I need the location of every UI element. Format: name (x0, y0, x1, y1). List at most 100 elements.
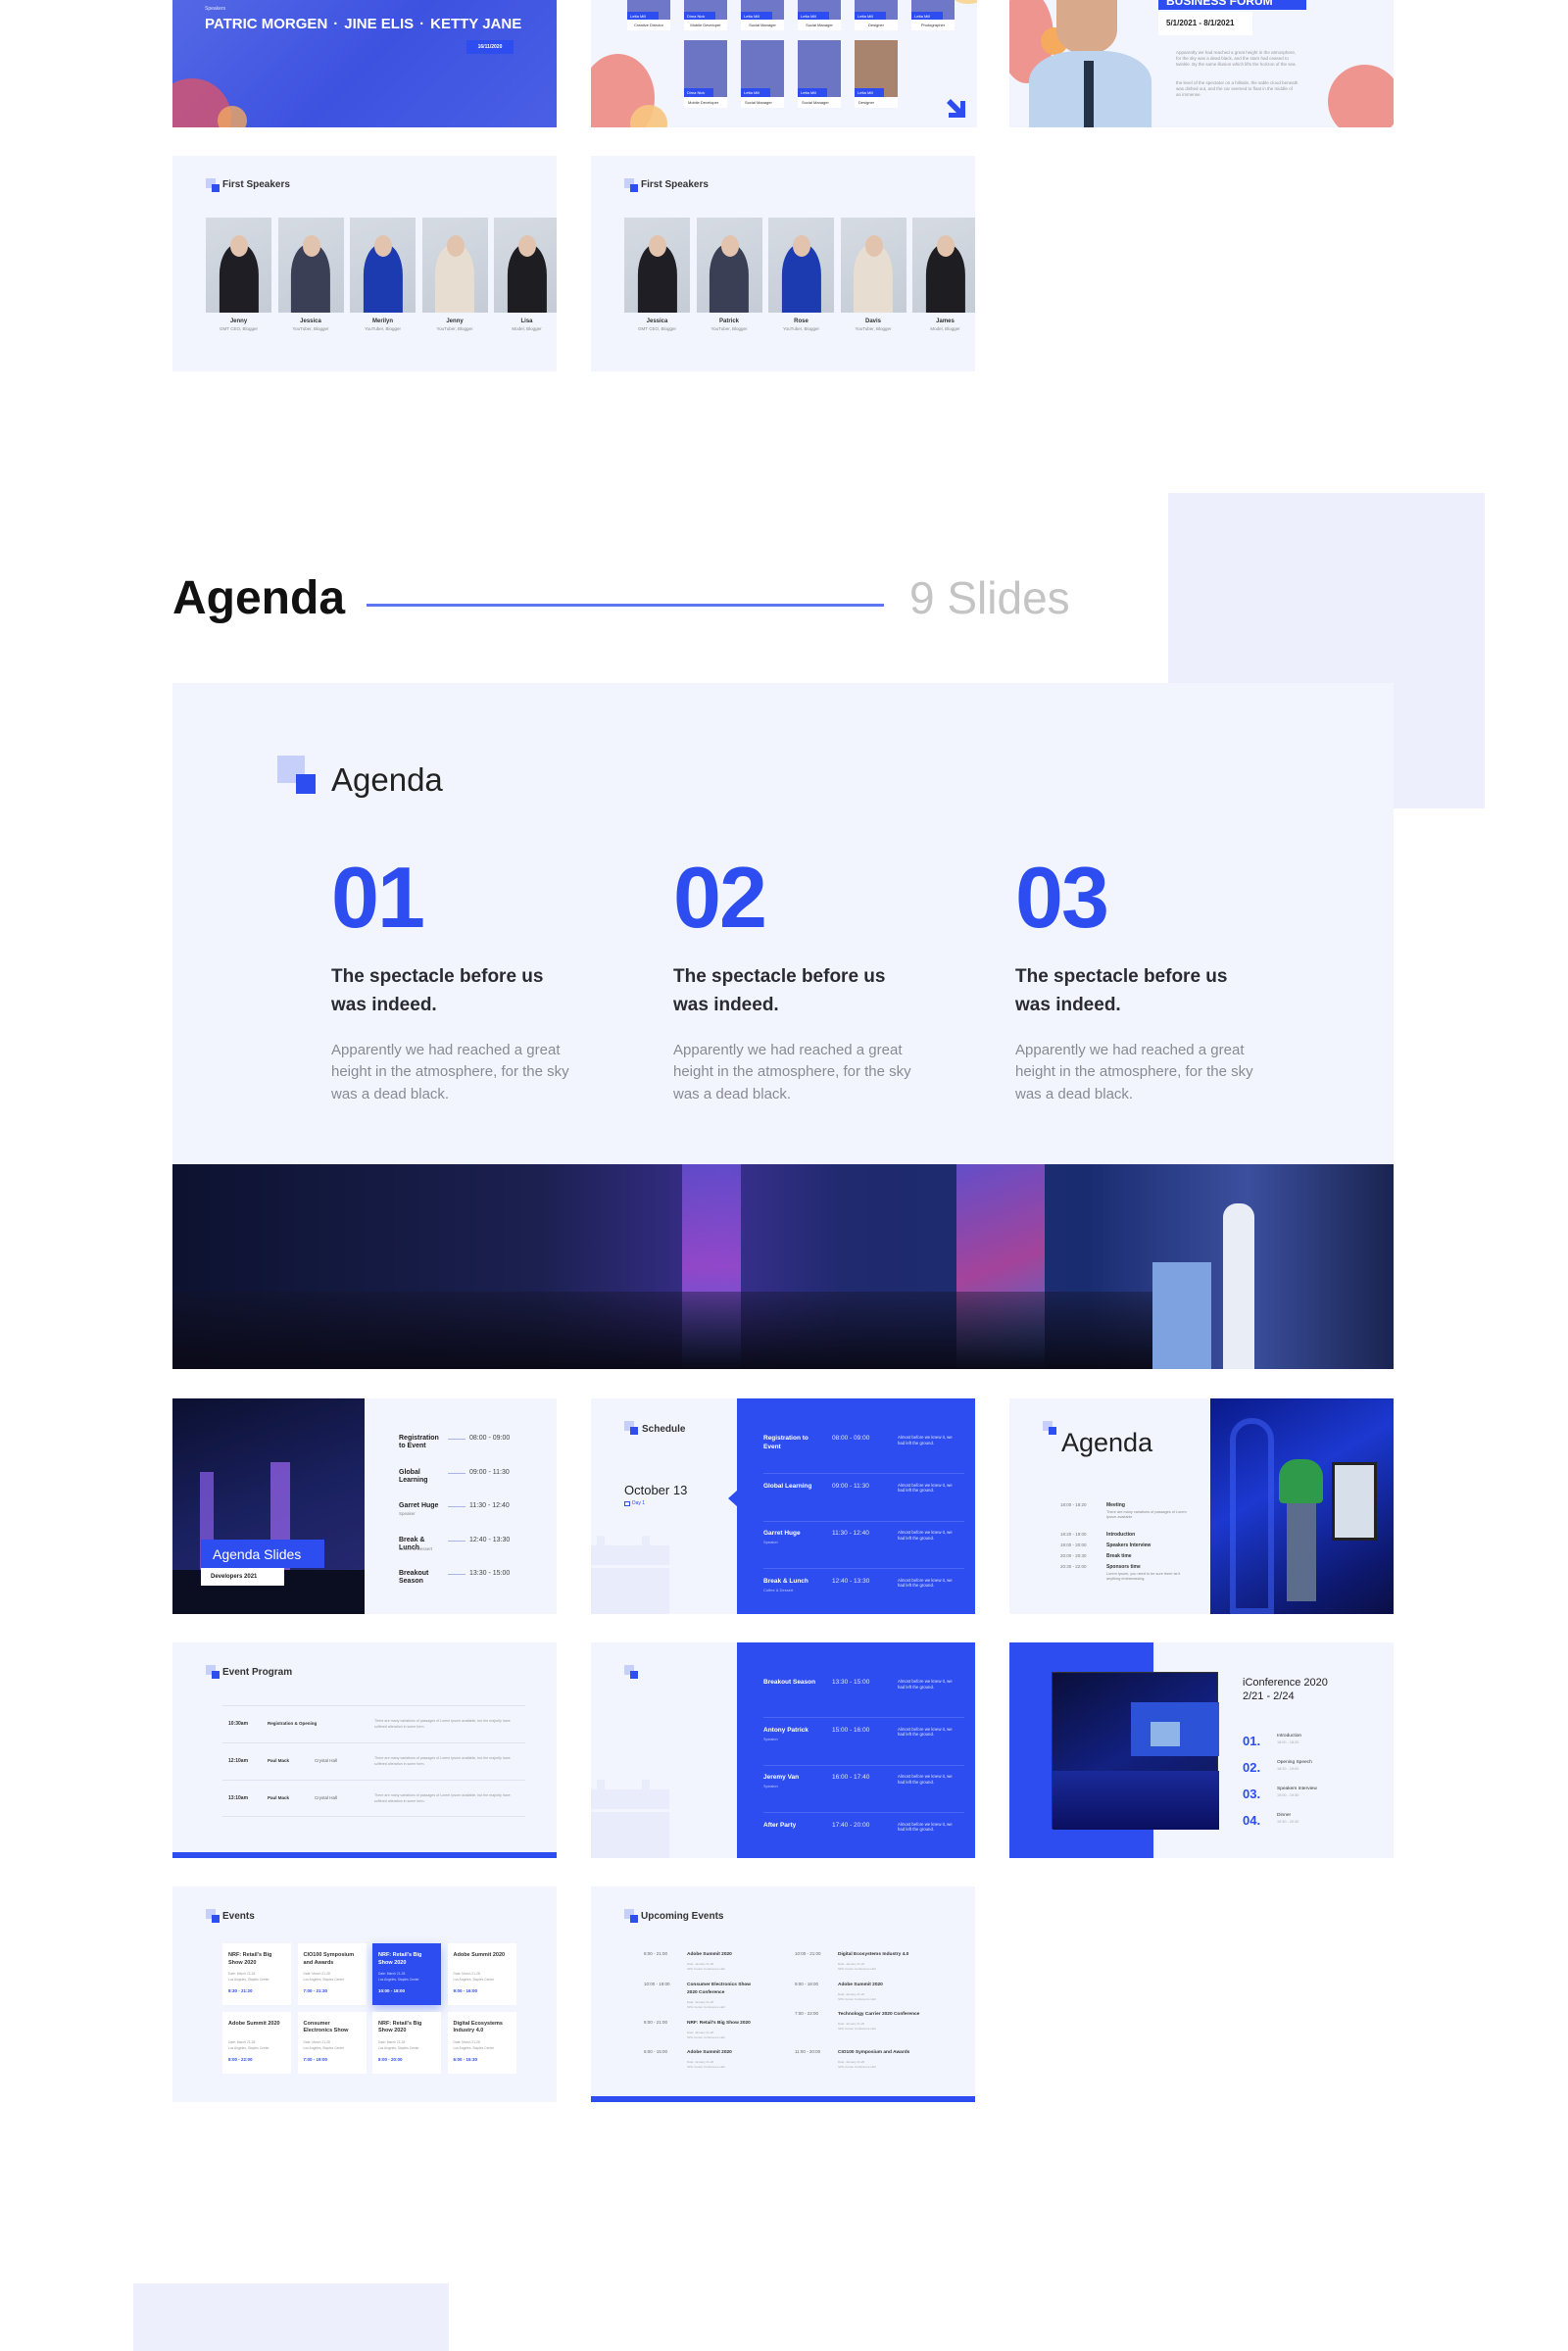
agenda-row: Breakout Season 13:30 - 15:00 (399, 1570, 536, 1592)
agenda-heading: The spectacle before us was indeed. (673, 966, 886, 1016)
event-card[interactable]: CIO100 Symposium and Awards Date: March … (297, 1943, 367, 2005)
speaker-photo (350, 218, 416, 313)
item-number: 04. (1243, 1813, 1261, 1828)
program-description: There are many variations of passages of… (374, 1793, 511, 1803)
speaker-name: Jessica (300, 318, 321, 324)
member-name: Letta Mill (798, 88, 827, 97)
agenda-row: Garret Huge Speaker 11:30 - 12:40 (399, 1502, 536, 1524)
event-title: Adobe Summit 2020 (838, 1983, 883, 1987)
schedule-row: Global Learning 09:00 - 11:30 Almost bef… (763, 1483, 964, 1522)
speaker-name: Davis (864, 318, 881, 324)
team-member[interactable]: Dima Nick Mobile Developer (684, 40, 727, 108)
event-date: Date: March 21-28 (228, 2039, 256, 2044)
event-card[interactable]: Adobe Summit 2020 Date: March 21-28 Los … (447, 1943, 516, 2005)
team-member[interactable]: Letta Mill Social Manager (741, 40, 784, 108)
row-subtitle: Coffee & Dessert (399, 1545, 433, 1551)
event-card[interactable]: NRF: Retail's Big Show 2020 Date: March … (372, 2011, 441, 2074)
speaker-photo (206, 218, 271, 313)
program-name: Paul Mack (268, 1795, 290, 1800)
schedule-row: Breakout Season 13:30 - 15:00 Almost bef… (763, 1679, 964, 1718)
speaker-card[interactable]: Lisa Model, Blogger (494, 218, 557, 331)
slide-iconference[interactable]: iConference 2020 2/21 - 2/24 01. Introdu… (1009, 1642, 1394, 1858)
row-time: 18:20 - 19:00 (1060, 1532, 1087, 1537)
event-time: 11:00 - 20:00 (795, 2049, 821, 2054)
team-member[interactable]: Letta Mill Social Manager (798, 40, 841, 108)
row-title: Registration to Event (399, 1435, 439, 1450)
agenda-heading: The spectacle before us was indeed. (331, 966, 544, 1016)
event-meta: Date: January 21-26 SPG Center Conference… (687, 2060, 725, 2069)
item-number: 03. (1243, 1787, 1261, 1801)
team-member[interactable]: Letta Mill Designer (855, 40, 898, 108)
slide-team-grid[interactable]: Letta Mill Creative Director Dima Nick M… (591, 0, 977, 127)
decorative-circle (218, 106, 247, 127)
speaker-photo (624, 218, 690, 313)
slide-schedule-continued[interactable]: Breakout Season 13:30 - 15:00 Almost bef… (591, 1642, 975, 1858)
event-card[interactable]: Consumer Electronics Show Date: March 21… (297, 2011, 367, 2074)
speaker-card[interactable]: Merilyn YouTuber, Blogger (350, 218, 416, 331)
agenda-number: 03 (1015, 849, 1109, 946)
event-title: Digital Ecosystems Industry 4.0 (453, 2020, 503, 2034)
program-row: 10:30am Registration & Opening There are… (222, 1705, 525, 1742)
row-time: 13:30 - 15:00 (469, 1570, 511, 1577)
speaker-role: GMT CEO, Blogger (220, 326, 258, 331)
program-time: 12:10am (228, 1758, 249, 1764)
event-time: 8:30 - 21:20 (228, 1988, 253, 1993)
agenda-item: 02 The spectacle before us was indeed. A… (673, 855, 928, 1105)
event-place: Los Angeles, Staples Center (303, 1978, 345, 1982)
row-description: Almost before we knew it, we had left th… (898, 1726, 953, 1738)
speaker-card[interactable]: Jessica GMT CEO, Blogger (624, 218, 690, 331)
event-card[interactable]: Digital Ecosystems Industry 4.0 Date: Ma… (447, 2011, 516, 2074)
slide-first-speakers[interactable]: First Speakers Jenny GMT CEO, Blogger Je… (172, 156, 557, 371)
row-time: 19:00 - 20:00 (1060, 1543, 1087, 1547)
slide-event-program[interactable]: Event Program 10:30am Registration & Ope… (172, 1642, 557, 1858)
slide-agenda-slides[interactable]: Agenda Slides Developers 2021 Registrati… (172, 1398, 557, 1614)
program-time: 13:10am (228, 1795, 249, 1801)
row-subtitle: Coffee & Dessert (763, 1587, 794, 1592)
speaker-card[interactable]: Jenny YouTuber, Blogger (421, 218, 488, 331)
agenda-item: 01 The spectacle before us was indeed. A… (331, 855, 586, 1105)
event-title: NRF: Retail's Big Show 2020 (378, 2020, 422, 2034)
speaker-card[interactable]: Jessica YouTuber, Blogger (277, 218, 344, 331)
row-title: Antony Patrick (763, 1726, 808, 1734)
arrow-down-right-icon[interactable] (945, 97, 966, 119)
event-card[interactable]: NRF: Retail's Big Show 2020 Date: March … (372, 1943, 441, 2005)
slide-schedule[interactable]: Schedule October 13 Day 1 Registration t… (591, 1398, 975, 1614)
row-title: After Party (763, 1821, 797, 1829)
event-card[interactable]: Adobe Summit 2020 Date: March 21-28 Los … (222, 2011, 291, 2074)
conference-photo (172, 1164, 1394, 1369)
speaker-card[interactable]: Rose YouTuber, Blogger (768, 218, 834, 331)
slide-first-speakers[interactable]: First Speakers Jessica GMT CEO, Blogger … (591, 156, 975, 371)
event-title: Adobe Summit 2020 (687, 1952, 732, 1957)
row-time: 17:40 - 20:00 (832, 1821, 870, 1829)
conference-items: 01. Introduction 18:00 - 18:20 02. Openi… (1009, 1642, 1394, 1858)
row-connector (448, 1574, 466, 1575)
speaker-portrait (1029, 0, 1152, 127)
row-subtitle: Speaker (763, 1784, 778, 1788)
speaker-name: Jessica (646, 318, 668, 324)
speaker-card[interactable]: Jenny GMT CEO, Blogger (206, 218, 271, 331)
slide-business-forum[interactable]: BUSINESS FORUM 2021 5/1/2021 - 8/1/2021 … (1009, 0, 1394, 127)
slide-agenda-photo[interactable]: Agenda 18:00 - 18:20 Meeting There are m… (1009, 1398, 1394, 1614)
speaker-card[interactable]: James Model, Blogger (912, 218, 975, 331)
event-time: 8:00 - 20:00 (378, 2056, 403, 2062)
slide-agenda-hero[interactable]: Agenda 01 The spectacle before us was in… (172, 683, 1394, 1369)
slide-speakers-banner[interactable]: Speakers PATRIC MORGEN · JINE ELIS · KET… (172, 0, 557, 127)
slide-events[interactable]: Events NRF: Retail's Big Show 2020 Date:… (172, 1886, 557, 2102)
speaker-photo (696, 218, 762, 313)
event-meta: Date: January 21-26 SPG Center Conference… (687, 2000, 725, 2009)
speaker-role: Model, Blogger (512, 326, 542, 331)
row-title: Breakout Season (399, 1570, 429, 1586)
program-time: 10:30am (228, 1721, 249, 1727)
program-description: There are many variations of passages of… (374, 1756, 511, 1766)
slide-upcoming-events[interactable]: Upcoming Events 8:00 - 21:00 Adobe Summi… (591, 1886, 975, 2102)
team-row: Dima Nick Mobile Developer Letta Mill So… (591, 0, 977, 127)
event-card[interactable]: NRF: Retail's Big Show 2020 Date: March … (222, 1943, 291, 2005)
event-date: Date: March 21-28 (303, 2039, 330, 2044)
row-title: Global Learning (763, 1482, 812, 1490)
agenda-number: 01 (331, 849, 425, 946)
event-place: Los Angeles, Staples Center (228, 2045, 270, 2050)
event-place: Los Angeles, Staples Center (453, 1978, 495, 1982)
member-name: Letta Mill (741, 88, 770, 97)
speaker-card[interactable]: Davis YouTuber, Blogger (840, 218, 906, 331)
speaker-card[interactable]: Patrick YouTuber, Blogger (696, 218, 762, 331)
